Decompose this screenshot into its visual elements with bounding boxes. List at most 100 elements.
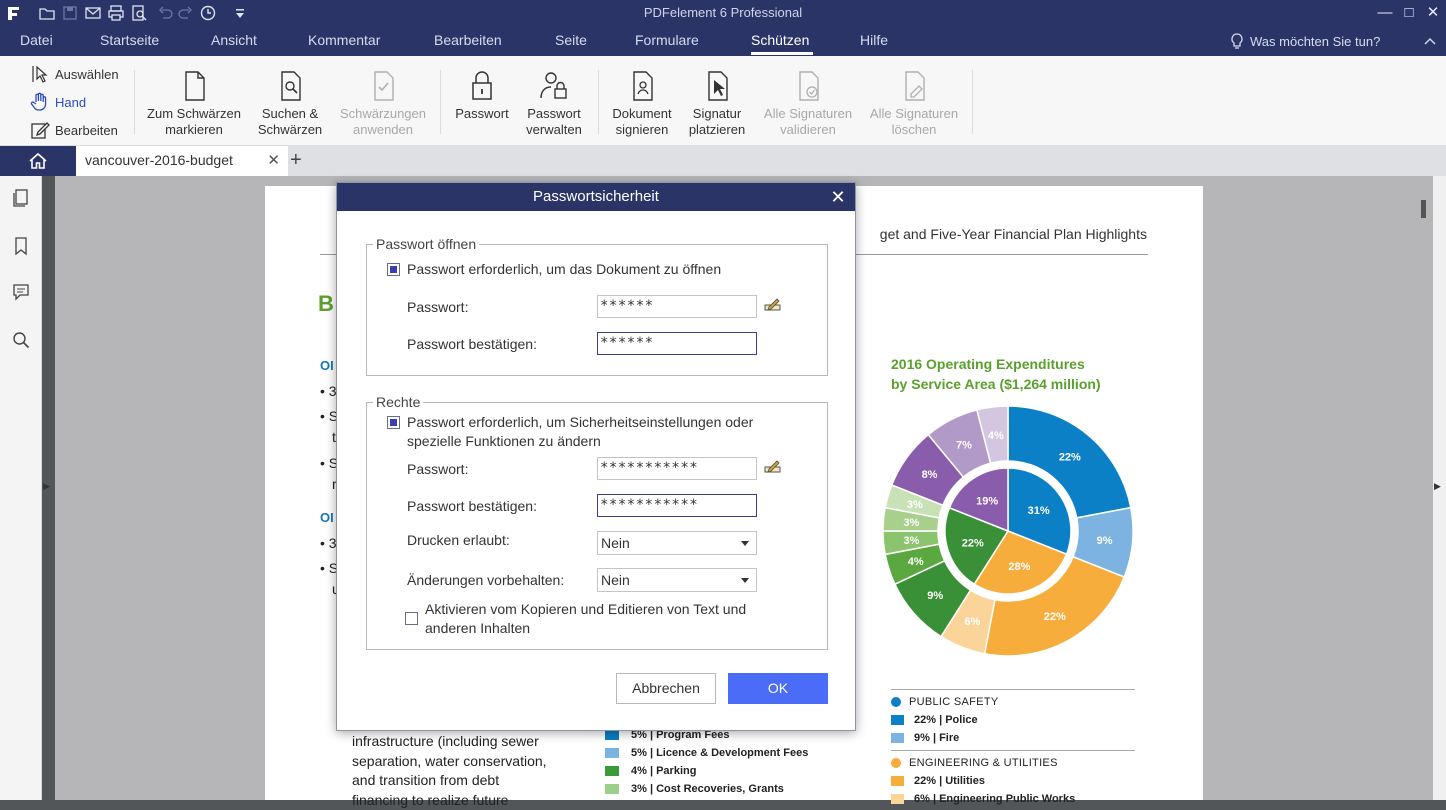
comment-icon[interactable] (11, 282, 31, 302)
password-label: Passwort (455, 106, 508, 121)
legend-label: 4% | Parking (631, 765, 696, 777)
home-tab[interactable] (0, 146, 76, 176)
outer-slice-label: 4% (988, 430, 1004, 442)
menu-bearbeiten[interactable]: Bearbeiten (434, 32, 502, 48)
document-tab[interactable]: vancouver-2016-budget ✕ (76, 146, 288, 176)
menu-hilfe[interactable]: Hilfe (860, 32, 888, 48)
outer-slice-label: 6% (964, 616, 980, 628)
manage-password-label: Passwort verwalten (526, 106, 582, 137)
legend-divider (891, 750, 1135, 751)
outer-slice-label: 4% (908, 556, 924, 568)
body-paragraph: infrastructure (including sewer separati… (352, 732, 547, 810)
select-tool-label: Auswählen (55, 67, 119, 82)
dialog-title: Passwortsicherheit (337, 183, 855, 211)
validate-signatures-button[interactable]: Alle Signaturen validieren (760, 70, 856, 138)
section-subheading: OI (320, 510, 334, 525)
paragraph-line: infrastructure (including sewer (352, 732, 547, 752)
manage-password-button[interactable]: Passwort verwalten (520, 70, 588, 138)
help-search-input[interactable]: Was möchten Sie tun? (1250, 34, 1380, 49)
rights-confirm-field[interactable]: *********** (597, 494, 757, 517)
delete-signatures-label: Alle Signaturen löschen (870, 106, 958, 137)
ribbon-separator (972, 70, 973, 134)
open-password-field[interactable]: ****** (597, 295, 757, 318)
legend-group-eng-util: ENGINEERING & UTILITIES (891, 754, 1135, 772)
open-confirm-label: Passwort bestätigen: (407, 336, 537, 352)
rights-group: Rechte Passwort erforderlich, um Sicherh… (366, 402, 828, 650)
legend-swatch (605, 784, 619, 794)
changes-allowed-select[interactable]: Nein (597, 568, 757, 592)
validate-signatures-icon (791, 70, 825, 102)
allow-copy-checkbox[interactable]: Aktivieren vom Kopieren und Editieren vo… (405, 600, 746, 638)
tab-strip: vancouver-2016-budget ✕ + (0, 146, 1446, 176)
search-redact-button[interactable]: Suchen & Schwärzen (252, 70, 328, 138)
collapse-ribbon-icon[interactable] (1424, 36, 1436, 46)
select-tool-button[interactable]: Auswählen (30, 63, 119, 85)
validate-signatures-label: Alle Signaturen validieren (764, 106, 852, 137)
lock-icon (465, 70, 499, 102)
legend-item: 22% | Police (891, 711, 1135, 729)
menu-datei[interactable]: Datei (20, 32, 53, 48)
edit-pen-icon[interactable] (764, 296, 782, 312)
sign-document-button[interactable]: Dokument signieren (606, 70, 678, 138)
edit-pen-icon[interactable] (764, 458, 782, 474)
edit-tool-button[interactable]: Bearbeiten (30, 119, 118, 141)
checkbox-unchecked[interactable] (405, 612, 418, 625)
delete-signatures-button[interactable]: Alle Signaturen löschen (866, 70, 962, 138)
apply-redactions-label: Schwärzungen anwenden (340, 106, 426, 137)
outer-slice-label: 7% (956, 440, 972, 452)
hand-tool-label: Hand (55, 95, 86, 110)
bullet-item: • 3 (320, 535, 337, 551)
scrollbar-thumb[interactable] (1421, 200, 1426, 218)
require-open-password-checkbox[interactable]: Passwort erforderlich, um das Dokument z… (387, 260, 721, 279)
legend-item: 6% | Engineering Public Works (891, 790, 1135, 808)
menu-seite[interactable]: Seite (555, 32, 587, 48)
checkbox-label-line: spezielle Funktionen zu ändern (407, 432, 753, 451)
menu-formulare[interactable]: Formulare (635, 32, 699, 48)
pages-thumbnail-icon[interactable] (11, 188, 31, 208)
expand-right-panel-icon[interactable]: ▶ (1434, 481, 1441, 492)
close-window-icon[interactable]: ✕ (1421, 2, 1445, 24)
require-rights-password-checkbox[interactable]: Passwort erforderlich, um Sicherheitsein… (387, 413, 753, 451)
legend-swatch (891, 794, 904, 804)
mark-for-redaction-button[interactable]: Zum Schwärzen markieren (146, 70, 242, 138)
legend-swatch (605, 766, 619, 776)
checkbox-checked[interactable] (387, 263, 400, 276)
place-signature-label: Signatur platzieren (689, 106, 745, 137)
print-allowed-select[interactable]: Nein (597, 531, 757, 555)
menu-kommentar[interactable]: Kommentar (308, 32, 380, 48)
checkbox-checked[interactable] (387, 416, 400, 429)
outer-slice-label: 22% (1044, 611, 1066, 623)
bookmark-icon[interactable] (11, 236, 31, 256)
menu-ansicht[interactable]: Ansicht (211, 32, 257, 48)
legend-label: 22% | Utilities (914, 775, 985, 787)
menu-schuetzen[interactable]: Schützen (751, 32, 809, 48)
ok-button[interactable]: OK (728, 673, 828, 704)
legend-swatch (891, 776, 904, 786)
menu-startseite[interactable]: Startseite (100, 32, 159, 48)
rights-password-field[interactable]: *********** (597, 457, 757, 480)
legend-label: 5% | Licence & Development Fees (631, 747, 808, 759)
cancel-button[interactable]: Abbrechen (616, 673, 716, 704)
sign-document-label: Dokument signieren (612, 106, 671, 137)
minimize-icon[interactable]: — (1373, 2, 1397, 24)
legend-dot (891, 758, 901, 768)
add-tab-icon[interactable]: + (290, 149, 310, 172)
chart-legend: PUBLIC SAFETY 22% | Police 9% | Fire ENG… (891, 686, 1135, 808)
apply-redactions-button[interactable]: Schwärzungen anwenden (336, 70, 430, 138)
revenue-legend: 5% | Program Fees 5% | Licence & Develop… (605, 726, 808, 798)
place-signature-button[interactable]: Signatur platzieren (684, 70, 750, 138)
hand-tool-button[interactable]: Hand (30, 91, 86, 113)
close-tab-icon[interactable]: ✕ (267, 151, 280, 169)
outer-slice-label: 9% (927, 590, 943, 602)
apply-redactions-icon (366, 70, 400, 102)
left-sidebar (0, 176, 42, 800)
open-confirm-field[interactable]: ****** (597, 332, 757, 355)
search-icon[interactable] (11, 330, 31, 350)
password-button[interactable]: Passwort (450, 70, 514, 122)
expand-left-panel-icon[interactable]: ▶ (43, 481, 50, 492)
outer-slice-label: 8% (922, 469, 938, 481)
legend-divider (891, 689, 1135, 690)
maximize-icon[interactable]: □ (1397, 2, 1421, 24)
open-password-label: Passwort: (407, 299, 468, 315)
close-dialog-icon[interactable]: ✕ (827, 186, 849, 208)
